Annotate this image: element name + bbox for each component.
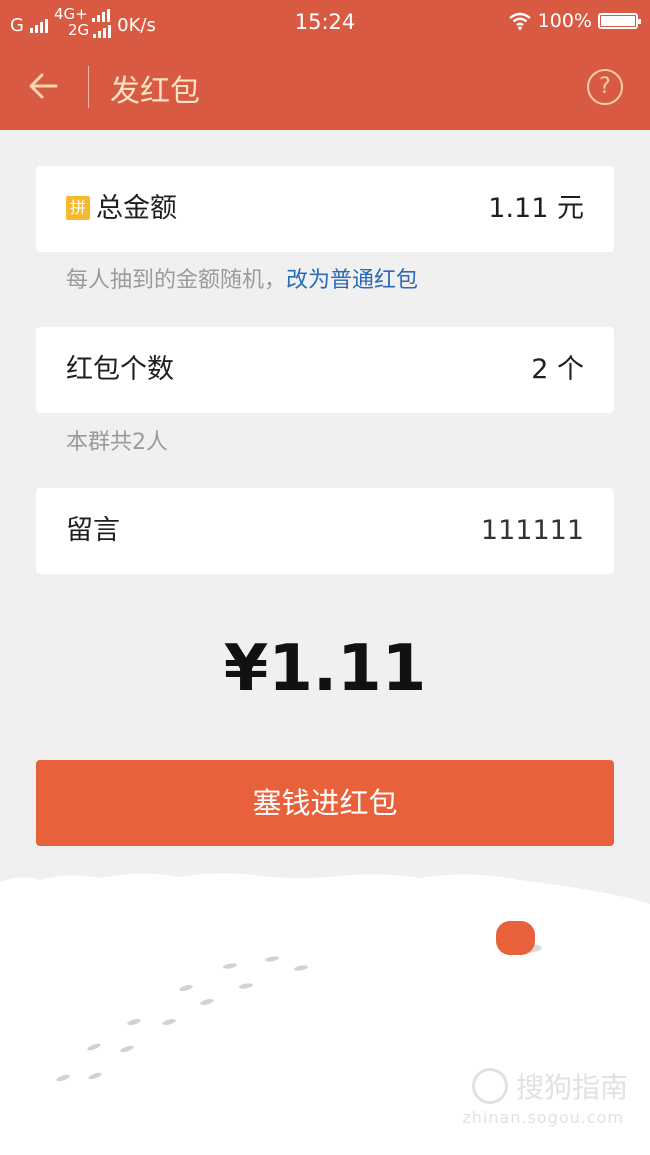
battery-percent: 100%: [537, 10, 592, 32]
random-amount-hint-text: 每人抽到的金额随机，: [66, 268, 287, 293]
nav-divider: [88, 66, 89, 108]
help-icon[interactable]: ?: [587, 69, 623, 105]
total-amount-card[interactable]: 拼总金额 1.11 元: [36, 166, 614, 252]
nav-bar: 发红包 ?: [0, 44, 650, 130]
packet-count-label: 红包个数: [66, 354, 174, 385]
total-amount-input[interactable]: 1.11 元: [488, 166, 584, 252]
packet-count-card[interactable]: 红包个数 2 个: [36, 327, 614, 413]
pin-badge-icon: 拼: [66, 195, 90, 220]
send-red-packet-button[interactable]: 塞钱进红包: [36, 760, 614, 846]
message-input[interactable]: 111111: [481, 488, 584, 574]
amount-display: ¥1.11: [223, 632, 427, 706]
sogou-logo-icon: [471, 1068, 508, 1104]
status-right: 100%: [508, 10, 641, 32]
watermark-url: zhinan.sogou.com: [462, 1108, 624, 1127]
watermark-text: 搜狗指南: [515, 1071, 628, 1104]
wifi-icon: [508, 12, 531, 30]
status-bar: G 4G+ 2G 0K/s 15:24 100%: [0, 0, 650, 44]
watermark: 搜狗指南: [471, 1066, 628, 1106]
page-title: 发红包: [110, 74, 200, 109]
battery-icon: [598, 13, 641, 29]
group-size-hint: 本群共2人: [66, 430, 168, 455]
message-card[interactable]: 留言 111111: [36, 488, 614, 574]
switch-to-normal-link[interactable]: 改为普通红包: [286, 268, 418, 293]
message-label: 留言: [66, 515, 120, 546]
total-amount-label: 总金额: [96, 193, 177, 224]
back-arrow-icon[interactable]: [26, 68, 62, 104]
total-amount-label-group: 拼总金额: [66, 166, 177, 252]
packet-count-input[interactable]: 2 个: [531, 327, 584, 413]
random-amount-hint: 每人抽到的金额随机，改为普通红包: [66, 262, 418, 294]
